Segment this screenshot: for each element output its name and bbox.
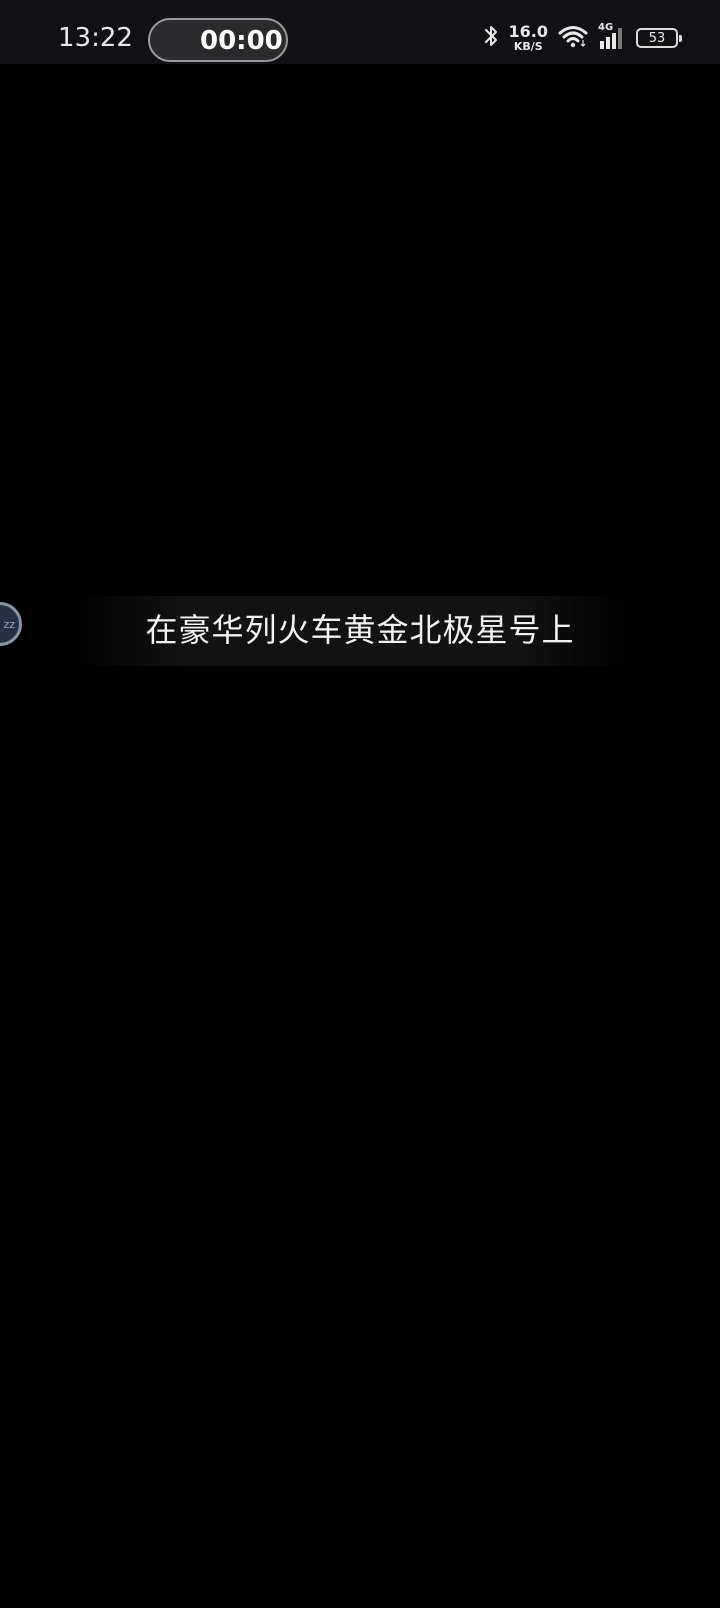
- battery-level: 53: [648, 30, 666, 46]
- cellular-signal-icon: 4G: [598, 22, 626, 51]
- status-time: 13:22: [58, 23, 133, 53]
- video-subtitle: 在豪华列火车黄金北极星号上: [145, 611, 575, 649]
- wifi-icon: [558, 24, 588, 52]
- status-bar: 13:22 00:00 16.0 KB/S 4G 53: [0, 0, 720, 64]
- battery-icon: 53: [636, 28, 682, 48]
- recording-timer-pill[interactable]: 00:00: [148, 18, 288, 62]
- bluetooth-icon: [483, 24, 499, 52]
- network-speed-value: 16.0: [508, 22, 548, 41]
- network-speed: 16.0 KB/S: [508, 22, 548, 53]
- status-icons: 16.0 KB/S 4G 53: [483, 22, 682, 54]
- network-speed-unit: KB/S: [513, 40, 543, 53]
- recording-timer-text: 00:00: [200, 26, 283, 56]
